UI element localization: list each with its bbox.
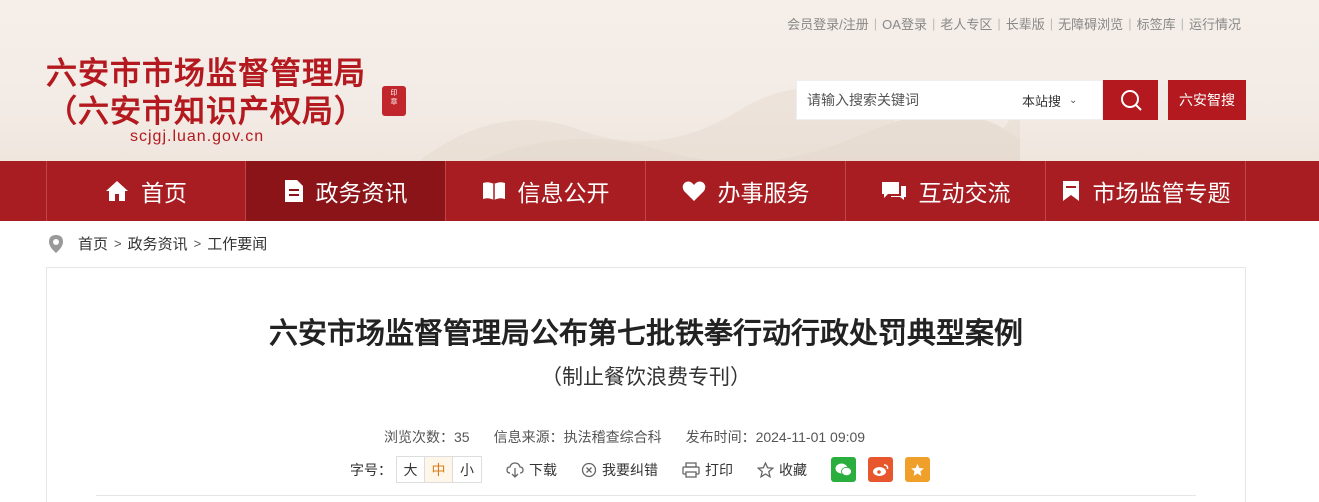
nav-item-home[interactable]: 首页 <box>46 161 246 221</box>
qzone-star-icon <box>911 463 924 476</box>
font-size-large-button[interactable]: 大 <box>397 457 425 482</box>
nav-item-label: 市场监管专题 <box>1092 180 1231 206</box>
luan-smart-search-button[interactable]: 六安智搜 <box>1168 80 1246 120</box>
location-pin-icon <box>49 234 63 253</box>
nav-item-label: 政务资讯 <box>315 180 408 206</box>
favorite-label: 收藏 <box>779 461 807 478</box>
site-title-line2[interactable]: （六安市知识产权局） <box>46 86 366 131</box>
oa-login-link[interactable]: OA登录 <box>877 14 932 33</box>
share-wechat-button[interactable] <box>831 457 856 482</box>
report-error-label: 我要纠错 <box>602 461 658 478</box>
breadcrumb-home[interactable]: 首页 <box>78 233 108 254</box>
home-icon <box>106 181 128 201</box>
heart-icon <box>682 181 705 201</box>
publish-time: 发布时间：2024-11-01 09:09 <box>685 429 866 445</box>
font-size-small-button[interactable]: 小 <box>453 457 481 482</box>
top-links: 会员登录/注册 | OA登录 | 老人专区 | 长辈版 | 无障碍浏览 | 标签库 | 运行… <box>782 14 1246 33</box>
download-button[interactable]: 下载 <box>506 460 557 480</box>
accessibility-link[interactable]: 无障碍浏览 <box>1053 14 1128 33</box>
search-input[interactable] <box>797 81 1022 119</box>
font-size-medium-button[interactable]: 中 <box>425 457 453 482</box>
share-qzone-button[interactable] <box>905 457 930 482</box>
search-icon <box>1120 90 1142 111</box>
seal-stamp-icon: 印章 <box>382 86 406 116</box>
open-book-icon <box>482 182 505 200</box>
wechat-icon <box>835 463 852 476</box>
info-source: 信息来源：执法稽查综合科 <box>493 429 662 445</box>
star-icon <box>757 461 774 478</box>
elderly-zone-link[interactable]: 老人专区 <box>935 14 997 33</box>
article-meta: 浏览次数：35 信息来源：执法稽查综合科 发布时间：2024-11-01 09:… <box>384 427 865 447</box>
bookmark-icon <box>1062 181 1079 201</box>
font-size-label: 字号： <box>350 461 392 478</box>
search-scope-label: 本站搜 <box>1022 93 1062 109</box>
report-error-button[interactable]: 我要纠错 <box>581 460 658 480</box>
cloud-download-icon <box>506 461 524 478</box>
breadcrumb: 首页 > 政务资讯 > 工作要闻 <box>48 233 267 254</box>
weibo-icon <box>873 463 889 476</box>
view-count: 浏览次数：35 <box>384 429 470 445</box>
senior-version-link[interactable]: 长辈版 <box>1001 14 1050 33</box>
operation-status-link[interactable]: 运行情况 <box>1184 14 1246 33</box>
nav-item-label: 互动交流 <box>918 180 1011 206</box>
tag-library-link[interactable]: 标签库 <box>1132 14 1181 33</box>
search-box: 本站搜 ⌄ <box>796 80 1103 120</box>
download-label: 下载 <box>529 461 557 478</box>
nav-item-services[interactable]: 办事服务 <box>646 161 846 221</box>
chevron-down-icon: ⌄ <box>1069 94 1078 106</box>
nav-item-interaction[interactable]: 互动交流 <box>846 161 1046 221</box>
favorite-button[interactable]: 收藏 <box>757 460 807 480</box>
site-header: 会员登录/注册 | OA登录 | 老人专区 | 长辈版 | 无障碍浏览 | 标签库 | 运行… <box>0 0 1319 161</box>
main-nav: 首页 政务资讯 信息公开 办事服务 互动交流 市场监管专题 <box>0 161 1319 221</box>
login-register-link[interactable]: 会员登录/注册 <box>782 14 874 33</box>
search-button[interactable] <box>1103 80 1158 120</box>
share-weibo-button[interactable] <box>868 457 893 482</box>
nav-item-label: 信息公开 <box>517 180 610 206</box>
nav-item-market-topics[interactable]: 市场监管专题 <box>1046 161 1246 221</box>
search-scope-select[interactable]: 本站搜 ⌄ <box>1022 91 1077 110</box>
article-tools: 字号： 大 中 小 下载 我要纠错 打印 收藏 <box>350 456 930 483</box>
article-title: 六安市场监督管理局公布第七批铁拳行动行政处罚典型案例 <box>268 318 1023 350</box>
print-button[interactable]: 打印 <box>682 460 733 480</box>
site-domain: scjgj.luan.gov.cn <box>130 128 265 145</box>
breadcrumb-news[interactable]: 政务资讯 <box>128 233 188 254</box>
font-size-selector: 大 中 小 <box>396 456 482 483</box>
divider <box>96 495 1196 496</box>
error-circle-icon <box>581 462 597 477</box>
article-subtitle: （制止餐饮浪费专刊） <box>541 366 751 389</box>
breadcrumb-work-news[interactable]: 工作要闻 <box>207 233 267 254</box>
nav-item-label: 办事服务 <box>717 180 810 206</box>
nav-item-info-disclosure[interactable]: 信息公开 <box>446 161 646 221</box>
print-label: 打印 <box>705 461 733 478</box>
nav-item-label: 首页 <box>141 180 187 206</box>
chat-icon <box>881 182 906 200</box>
printer-icon <box>682 461 700 478</box>
document-icon <box>284 180 303 202</box>
nav-item-news[interactable]: 政务资讯 <box>246 161 446 221</box>
